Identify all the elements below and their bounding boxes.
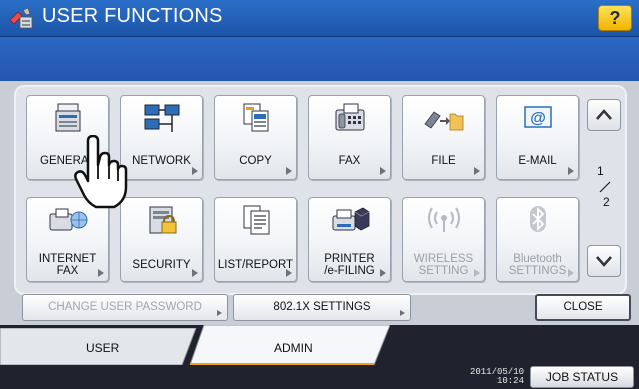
tile-network[interactable]: NETWORK <box>120 95 203 180</box>
list-report-icon <box>243 205 270 235</box>
scan-to-folder-icon <box>424 111 464 131</box>
8021x-settings-button[interactable]: 802.1X SETTINGS <box>233 294 411 321</box>
tile-label: LIST/REPORT <box>217 259 294 271</box>
security-lock-icon <box>149 206 177 234</box>
title-bar: USER FUNCTIONS ? <box>0 0 639 37</box>
tile-label-line2: SETTING <box>418 265 469 277</box>
tile-printer-efiling[interactable]: PRINTER /e-FILING <box>308 197 391 282</box>
email-at-icon: @ <box>524 106 552 128</box>
tile-label-line2: /e-FILING <box>324 265 375 277</box>
function-grid-frame: GENERAL NETWORK COPY FAX FILE @ E-MAIL I… <box>14 85 627 295</box>
tile-label-line1: WIRELESS <box>413 253 474 265</box>
arrow-icon <box>286 167 292 175</box>
arrow-icon <box>568 167 574 175</box>
fax-machine-icon <box>335 103 365 131</box>
tile-bluetooth-settings[interactable]: Bluetooth SETTINGS <box>496 197 579 282</box>
tile-label: NETWORK <box>132 155 191 167</box>
tile-label: FAX <box>338 155 361 167</box>
chevron-down-icon <box>596 256 612 267</box>
svg-text:@: @ <box>530 110 546 127</box>
printer-box-icon <box>332 207 370 231</box>
arrow-icon <box>380 167 386 175</box>
tile-email[interactable]: @ E-MAIL <box>496 95 579 180</box>
tile-label-line1: INTERNET <box>38 253 97 265</box>
change-user-password-button[interactable]: CHANGE USER PASSWORD <box>22 294 228 321</box>
tile-security[interactable]: SECURITY <box>120 197 203 282</box>
arrow-icon <box>474 167 480 175</box>
scroll-up-button[interactable] <box>587 99 621 131</box>
tile-label: COPY <box>239 155 272 167</box>
tile-internet-fax[interactable]: INTERNET FAX <box>26 197 109 282</box>
tile-label-line2: SETTINGS <box>508 265 567 277</box>
tile-label: SECURITY <box>132 259 191 271</box>
tile-label-line2: FAX <box>56 265 79 277</box>
status-bar: 2011/05/10 10:24 JOB STATUS <box>0 365 639 389</box>
page-current: 1 <box>597 164 604 178</box>
tile-label-line1: PRINTER <box>324 253 375 265</box>
tile-general[interactable]: GENERAL <box>26 95 109 180</box>
bluetooth-icon <box>530 206 546 232</box>
tab-user-label: USER <box>86 341 120 355</box>
main-panel: GENERAL NETWORK COPY FAX FILE @ E-MAIL I… <box>0 81 639 325</box>
tile-label: FILE <box>431 155 456 167</box>
help-button[interactable]: ? <box>598 5 632 31</box>
tab-bar: USER ADMIN <box>0 325 639 365</box>
tile-label-line1: Bluetooth <box>513 253 562 265</box>
tile-copy[interactable]: COPY <box>214 95 297 180</box>
arrow-icon <box>568 269 574 277</box>
copy-documents-icon <box>243 103 269 132</box>
arrow-icon <box>98 269 104 277</box>
job-status-button[interactable]: JOB STATUS <box>530 366 634 388</box>
arrow-icon <box>192 269 198 277</box>
header-band <box>0 37 639 81</box>
tile-file[interactable]: FILE <box>402 95 485 180</box>
tile-fax[interactable]: FAX <box>308 95 391 180</box>
internet-fax-icon <box>49 208 88 231</box>
arrow-icon <box>217 310 222 316</box>
tile-label: E-MAIL <box>518 155 557 167</box>
page-title: USER FUNCTIONS <box>42 5 223 27</box>
tile-wireless-setting[interactable]: WIRELESS SETTING <box>402 197 485 282</box>
button-label: CLOSE <box>563 301 603 313</box>
arrow-icon <box>286 269 292 277</box>
wireless-icon <box>428 207 460 232</box>
arrow-icon <box>380 269 386 277</box>
tab-admin-label: ADMIN <box>274 341 313 355</box>
status-datetime: 2011/05/10 10:24 <box>464 368 524 386</box>
arrow-icon <box>192 167 198 175</box>
tile-list-report[interactable]: LIST/REPORT <box>214 197 297 282</box>
chevron-up-icon <box>596 109 612 120</box>
arrow-icon <box>474 269 480 277</box>
printer-copier-icon <box>55 103 81 132</box>
button-label: CHANGE USER PASSWORD <box>48 301 202 313</box>
arrow-icon <box>400 310 405 316</box>
page-separator <box>599 181 611 193</box>
toolbox-icon <box>9 7 33 29</box>
close-button[interactable]: CLOSE <box>535 294 631 321</box>
page-total: 2 <box>603 195 610 209</box>
network-computers-icon <box>144 104 180 132</box>
scroll-down-button[interactable] <box>587 245 621 277</box>
status-time: 10:24 <box>496 376 524 386</box>
tile-label: GENERAL <box>40 155 95 167</box>
button-label: 802.1X SETTINGS <box>273 301 371 313</box>
arrow-icon <box>98 167 104 175</box>
